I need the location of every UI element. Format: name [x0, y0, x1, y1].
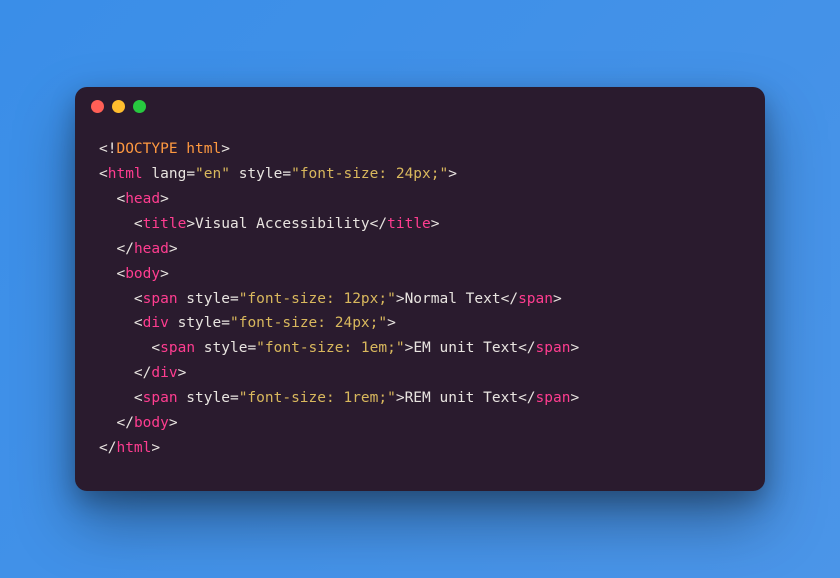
attr-name: style: [178, 390, 230, 406]
code-line: <html lang="en" style="font-size: 24px;"…: [99, 166, 457, 182]
tag-name: span: [536, 340, 571, 356]
code-line: <span style="font-size: 1em;">EM unit Te…: [99, 340, 579, 356]
tag-name: html: [116, 440, 151, 456]
punct: </: [134, 365, 151, 381]
punct: >: [448, 166, 457, 182]
punct: >: [396, 291, 405, 307]
text-content: REM unit Text: [405, 390, 519, 406]
punct: >: [431, 216, 440, 232]
punct: >: [151, 440, 160, 456]
text-content: Normal Text: [405, 291, 501, 307]
punct: >: [160, 266, 169, 282]
punct: =: [221, 315, 230, 331]
tag-name: html: [108, 166, 143, 182]
punct: >: [178, 365, 187, 381]
attr-value: "font-size: 12px;": [239, 291, 396, 307]
doctype-keyword: DOCTYPE html: [116, 141, 221, 157]
code-line: <div style="font-size: 24px;">: [99, 315, 396, 331]
tag-name: span: [518, 291, 553, 307]
punct: <: [99, 166, 108, 182]
punct: </: [370, 216, 387, 232]
code-line: </html>: [99, 440, 160, 456]
punct: =: [230, 390, 239, 406]
attr-name: style: [195, 340, 247, 356]
tag-name: title: [387, 216, 431, 232]
code-line: <title>Visual Accessibility</title>: [99, 216, 440, 232]
attr-name: style: [178, 291, 230, 307]
minimize-icon[interactable]: [112, 100, 125, 113]
code-line: <head>: [99, 191, 169, 207]
tag-name: div: [151, 365, 177, 381]
attr-value: "font-size: 24px;": [230, 315, 387, 331]
punct: <: [134, 315, 143, 331]
code-line: <span style="font-size: 1rem;">REM unit …: [99, 390, 579, 406]
tag-name: span: [143, 291, 178, 307]
window-titlebar: [75, 87, 765, 127]
punct: =: [282, 166, 291, 182]
close-icon[interactable]: [91, 100, 104, 113]
punct: </: [99, 440, 116, 456]
punct: <: [151, 340, 160, 356]
punct: >: [570, 340, 579, 356]
tag-name: span: [160, 340, 195, 356]
punct: </: [518, 340, 535, 356]
punct: >: [169, 241, 178, 257]
attr-name: style: [230, 166, 282, 182]
punct: >: [396, 390, 405, 406]
punct: >: [405, 340, 414, 356]
punct: >: [186, 216, 195, 232]
punct: >: [160, 191, 169, 207]
maximize-icon[interactable]: [133, 100, 146, 113]
attr-name: lang: [143, 166, 187, 182]
punct: >: [553, 291, 562, 307]
tag-name: div: [143, 315, 169, 331]
punct: >: [387, 315, 396, 331]
attr-value: "en": [195, 166, 230, 182]
attr-value: "font-size: 24px;": [291, 166, 448, 182]
attr-value: "font-size: 1rem;": [239, 390, 396, 406]
punct: =: [247, 340, 256, 356]
punct: <: [116, 266, 125, 282]
tag-name: span: [143, 390, 178, 406]
code-block: <!DOCTYPE html> <html lang="en" style="f…: [75, 127, 765, 491]
tag-name: head: [134, 241, 169, 257]
tag-name: body: [125, 266, 160, 282]
punct: >: [570, 390, 579, 406]
code-line: </body>: [99, 415, 178, 431]
tag-name: title: [143, 216, 187, 232]
punct: </: [501, 291, 518, 307]
tag-name: head: [125, 191, 160, 207]
text-content: Visual Accessibility: [195, 216, 370, 232]
attr-name: style: [169, 315, 221, 331]
punct: </: [116, 241, 133, 257]
code-line: </head>: [99, 241, 178, 257]
punct: </: [116, 415, 133, 431]
punct: <: [134, 291, 143, 307]
text-content: EM unit Text: [413, 340, 518, 356]
code-line: <body>: [99, 266, 169, 282]
punct: <: [116, 191, 125, 207]
tag-name: span: [536, 390, 571, 406]
punct: >: [221, 141, 230, 157]
punct: >: [169, 415, 178, 431]
tag-name: body: [134, 415, 169, 431]
punct: =: [230, 291, 239, 307]
code-line: <!DOCTYPE html>: [99, 141, 230, 157]
punct: </: [518, 390, 535, 406]
punct: <: [134, 216, 143, 232]
code-line: <span style="font-size: 12px;">Normal Te…: [99, 291, 562, 307]
code-editor-window: <!DOCTYPE html> <html lang="en" style="f…: [75, 87, 765, 491]
punct: <!: [99, 141, 116, 157]
attr-value: "font-size: 1em;": [256, 340, 404, 356]
punct: <: [134, 390, 143, 406]
code-line: </div>: [99, 365, 186, 381]
punct: =: [186, 166, 195, 182]
